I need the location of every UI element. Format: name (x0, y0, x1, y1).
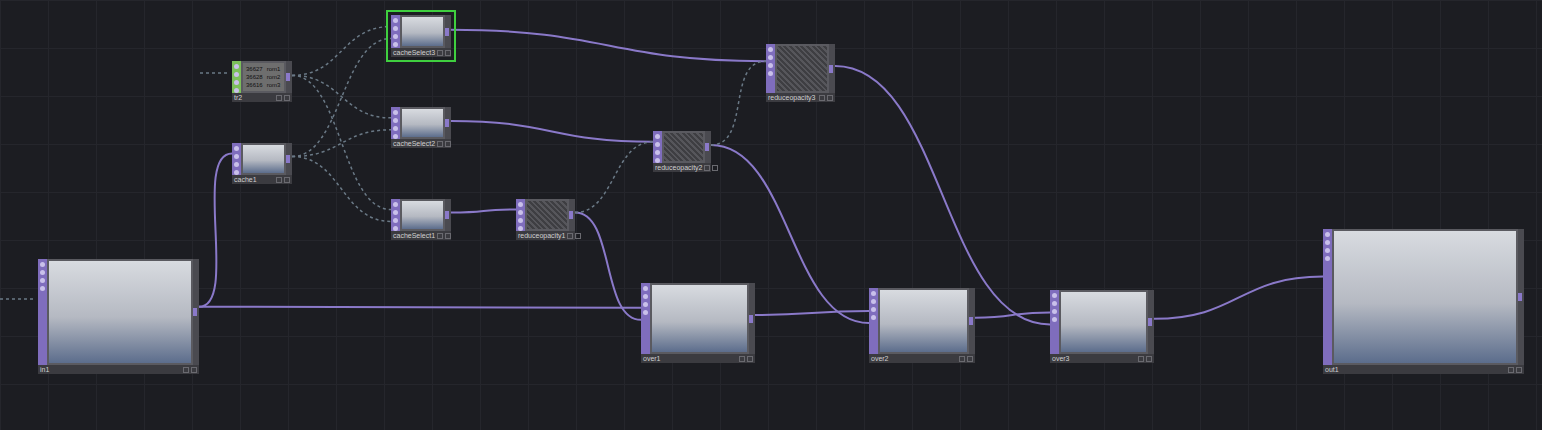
node-preview (402, 109, 443, 137)
operator-node[interactable]: reduceopacity2 (653, 131, 711, 172)
input-strip[interactable] (1050, 290, 1059, 354)
node-preview (1061, 292, 1146, 352)
operator-node[interactable]: reduceopacity1 (516, 199, 575, 240)
operator-node[interactable]: cacheSelect1 (391, 199, 451, 240)
operator-node[interactable]: 36627 rom1 36628 rom2 36616 rom3 tr2 (232, 61, 292, 102)
input-strip[interactable] (232, 143, 241, 175)
node-preview (49, 261, 191, 363)
link-wire (1154, 277, 1323, 319)
operator-node[interactable]: over3 (1050, 290, 1154, 363)
reference-wire (711, 61, 766, 145)
input-strip[interactable] (653, 131, 662, 163)
input-strip[interactable] (391, 107, 400, 139)
node-preview (777, 46, 827, 91)
node-preview (880, 290, 967, 352)
node-preview (243, 145, 284, 173)
node-label: tr2 (234, 93, 274, 102)
input-strip[interactable] (38, 259, 47, 365)
operator-node[interactable]: over2 (869, 288, 975, 363)
node-preview (664, 133, 703, 161)
node-preview (1334, 231, 1516, 363)
reference-wire (292, 27, 391, 76)
reference-wire (575, 142, 653, 213)
node-label: over1 (643, 354, 737, 363)
node-label: in1 (40, 365, 181, 374)
reference-wire (292, 130, 391, 157)
link-wire (199, 307, 641, 308)
link-wire (451, 121, 653, 142)
link-wire (451, 30, 766, 61)
link-wire (755, 311, 869, 315)
node-label: reduceopacity2 (655, 163, 702, 172)
node-label: cacheSelect1 (393, 231, 435, 240)
operator-node[interactable]: reduceopacity3 (766, 44, 835, 102)
table-cell: rom3 (267, 81, 281, 89)
input-strip[interactable] (641, 283, 650, 354)
operator-node[interactable]: out1 (1323, 229, 1524, 374)
node-label: reduceopacity3 (768, 93, 817, 102)
node-label: reduceopacity1 (518, 231, 565, 240)
link-wire (835, 66, 1050, 324)
table-cell: 36616 (246, 81, 263, 89)
reference-wire (292, 75, 391, 117)
node-preview (527, 201, 567, 229)
table-cell: 36628 (246, 73, 263, 81)
operator-node[interactable]: cache1 (232, 143, 292, 184)
reference-wire (292, 157, 391, 222)
operator-node[interactable]: over1 (641, 283, 755, 363)
operator-node[interactable]: cacheSelect3 (391, 15, 451, 57)
node-label: over3 (1052, 354, 1136, 363)
input-strip[interactable] (766, 44, 775, 93)
operator-node[interactable]: cacheSelect2 (391, 107, 451, 148)
node-label: over2 (871, 354, 957, 363)
link-wire (199, 154, 232, 307)
link-wire (575, 213, 641, 320)
node-label: cacheSelect3 (393, 48, 435, 57)
input-strip[interactable] (869, 288, 878, 354)
table-cell: rom2 (267, 73, 281, 81)
node-preview (652, 285, 747, 352)
operator-node[interactable]: in1 (38, 259, 199, 374)
input-strip[interactable] (232, 61, 241, 93)
table-cell: 36627 (246, 65, 263, 73)
node-preview: 36627 rom1 36628 rom2 36616 rom3 (243, 63, 284, 91)
node-preview (402, 201, 443, 229)
node-label: out1 (1325, 365, 1506, 374)
input-strip[interactable] (391, 15, 400, 48)
node-label: cache1 (234, 175, 274, 184)
network-editor[interactable]: in1 36627 rom1 36628 rom2 36616 rom3 tr2 cache1 c… (0, 0, 1542, 430)
link-wire (975, 312, 1050, 317)
table-cell: rom1 (267, 65, 281, 73)
input-strip[interactable] (391, 199, 400, 231)
link-wire (451, 210, 516, 213)
input-strip[interactable] (516, 199, 525, 231)
input-strip[interactable] (1323, 229, 1332, 365)
node-label: cacheSelect2 (393, 139, 435, 148)
node-preview (402, 17, 443, 46)
reference-wire (292, 39, 391, 157)
